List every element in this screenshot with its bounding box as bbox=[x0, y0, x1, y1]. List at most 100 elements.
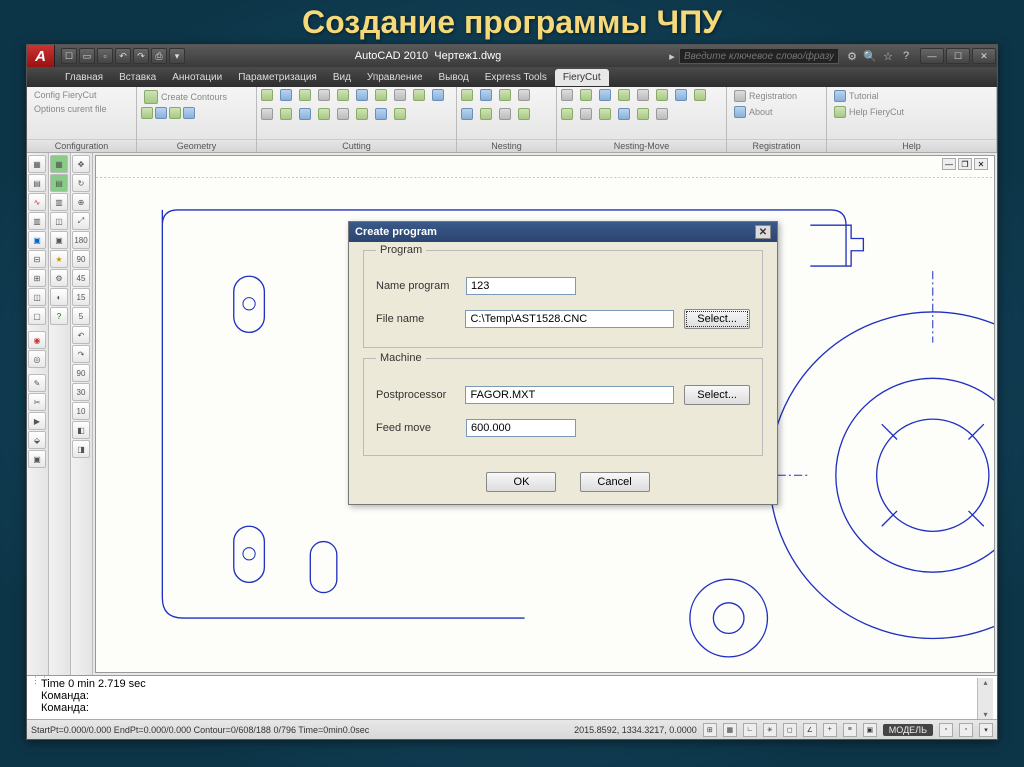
move-icon[interactable] bbox=[580, 89, 592, 101]
tab-fierycut[interactable]: FieryCut bbox=[555, 69, 609, 86]
ts-icon[interactable]: ▤ bbox=[28, 174, 46, 192]
cut-icon[interactable] bbox=[337, 89, 349, 101]
app-logo[interactable]: A bbox=[27, 45, 55, 67]
ts-icon[interactable]: 10 bbox=[72, 402, 90, 420]
nest-icon[interactable] bbox=[499, 108, 511, 120]
ts-icon[interactable]: ▢ bbox=[28, 307, 46, 325]
ts-icon[interactable]: ◨ bbox=[72, 440, 90, 458]
comm-icon[interactable]: ☆ bbox=[881, 49, 895, 63]
ts-icon[interactable]: ? bbox=[50, 307, 68, 325]
btn-options-file[interactable]: Options curent file bbox=[31, 103, 110, 115]
ts-icon[interactable]: ▤ bbox=[50, 174, 68, 192]
sb-dyn-icon[interactable]: + bbox=[823, 723, 837, 737]
ts-icon[interactable]: ▣ bbox=[50, 231, 68, 249]
ts-icon[interactable]: ⬙ bbox=[28, 431, 46, 449]
btn-help-fierycut[interactable]: Help FieryCut bbox=[831, 105, 907, 119]
ts-icon[interactable]: ⊕ bbox=[72, 193, 90, 211]
tab-home[interactable]: Главная bbox=[57, 69, 111, 86]
nest-icon[interactable] bbox=[499, 89, 511, 101]
cut-icon[interactable] bbox=[413, 89, 425, 101]
cmd-scrollbar[interactable]: ▴▾ bbox=[977, 678, 993, 719]
ts-icon[interactable]: ▣ bbox=[28, 450, 46, 468]
ts-icon[interactable]: ↷ bbox=[72, 345, 90, 363]
move-icon[interactable] bbox=[580, 108, 592, 120]
keyword-search-input[interactable] bbox=[679, 48, 839, 64]
tab-annotate[interactable]: Аннотации bbox=[164, 69, 230, 86]
title-search-arrow[interactable]: ▸ bbox=[665, 49, 679, 63]
infocenter-icon[interactable]: ⚙ bbox=[845, 49, 859, 63]
nest-icon[interactable] bbox=[480, 89, 492, 101]
nest-icon[interactable] bbox=[518, 108, 530, 120]
ts-icon[interactable]: ▶ bbox=[28, 412, 46, 430]
postprocessor-select-button[interactable]: Select... bbox=[684, 385, 750, 405]
move-icon[interactable] bbox=[675, 89, 687, 101]
dialog-close-button[interactable]: ✕ bbox=[755, 225, 771, 239]
qat-redo-icon[interactable]: ↷ bbox=[133, 48, 149, 64]
file-name-input[interactable] bbox=[465, 310, 674, 328]
ts-icon[interactable]: ◧ bbox=[72, 421, 90, 439]
geom-icon-2[interactable] bbox=[155, 107, 167, 119]
tab-insert[interactable]: Вставка bbox=[111, 69, 164, 86]
tab-manage[interactable]: Управление bbox=[359, 69, 431, 86]
btn-about[interactable]: About bbox=[731, 105, 776, 119]
qat-more-icon[interactable]: ▾ bbox=[169, 48, 185, 64]
geom-icon-3[interactable] bbox=[169, 107, 181, 119]
cut-icon[interactable] bbox=[356, 108, 368, 120]
qat-open-icon[interactable]: ▭ bbox=[79, 48, 95, 64]
move-icon[interactable] bbox=[561, 89, 573, 101]
ts-icon[interactable]: 30 bbox=[72, 383, 90, 401]
cut-icon[interactable] bbox=[299, 108, 311, 120]
move-icon[interactable] bbox=[618, 108, 630, 120]
sb-otrack-icon[interactable]: ∠ bbox=[803, 723, 817, 737]
nest-icon[interactable] bbox=[480, 108, 492, 120]
ts-icon[interactable]: 45 bbox=[72, 269, 90, 287]
ts-icon[interactable]: ✂ bbox=[28, 393, 46, 411]
ts-icon[interactable]: ✥ bbox=[72, 155, 90, 173]
maximize-button[interactable]: ☐ bbox=[946, 48, 970, 64]
qat-save-icon[interactable]: ▫ bbox=[97, 48, 113, 64]
search-icon[interactable]: 🔍 bbox=[863, 49, 877, 63]
ts-icon[interactable]: ⤢ bbox=[72, 212, 90, 230]
ts-icon[interactable]: ◐ bbox=[50, 288, 68, 306]
ts-icon[interactable]: 90 bbox=[72, 250, 90, 268]
cut-icon[interactable] bbox=[375, 108, 387, 120]
move-icon[interactable] bbox=[656, 108, 668, 120]
cut-icon[interactable] bbox=[261, 108, 273, 120]
cut-icon[interactable] bbox=[394, 108, 406, 120]
sb-lwt-icon[interactable]: ≡ bbox=[843, 723, 857, 737]
status-model[interactable]: МОДЕЛЬ bbox=[883, 724, 933, 736]
move-icon[interactable] bbox=[561, 108, 573, 120]
ok-button[interactable]: OK bbox=[486, 472, 556, 492]
sb-grid-icon[interactable]: ▦ bbox=[723, 723, 737, 737]
nest-icon[interactable] bbox=[461, 108, 473, 120]
cut-icon[interactable] bbox=[375, 89, 387, 101]
ts-icon[interactable]: ★ bbox=[50, 250, 68, 268]
cut-icon[interactable] bbox=[280, 108, 292, 120]
cut-icon[interactable] bbox=[337, 108, 349, 120]
move-icon[interactable] bbox=[618, 89, 630, 101]
cut-icon[interactable] bbox=[299, 89, 311, 101]
cut-icon[interactable] bbox=[280, 89, 292, 101]
sb-ortho-icon[interactable]: ∟ bbox=[743, 723, 757, 737]
help-icon[interactable]: ? bbox=[899, 49, 913, 63]
ts-icon[interactable]: ✎ bbox=[28, 374, 46, 392]
ts-icon[interactable]: ▦ bbox=[50, 155, 68, 173]
sb-qp-icon[interactable]: ▣ bbox=[863, 723, 877, 737]
geom-icon-1[interactable] bbox=[141, 107, 153, 119]
cut-icon[interactable] bbox=[356, 89, 368, 101]
ts-icon[interactable]: ▥ bbox=[28, 212, 46, 230]
move-icon[interactable] bbox=[694, 89, 706, 101]
ts-icon[interactable]: 5 bbox=[72, 307, 90, 325]
close-button[interactable]: ✕ bbox=[972, 48, 996, 64]
feed-move-input[interactable] bbox=[466, 419, 576, 437]
postprocessor-input[interactable] bbox=[465, 386, 674, 404]
tab-output[interactable]: Вывод bbox=[431, 69, 477, 86]
move-icon[interactable] bbox=[599, 108, 611, 120]
ts-icon[interactable]: ▣ bbox=[28, 231, 46, 249]
drawing-canvas[interactable]: —❐✕ bbox=[95, 155, 995, 673]
sb-snap-icon[interactable]: ⊞ bbox=[703, 723, 717, 737]
qat-print-icon[interactable]: ⎙ bbox=[151, 48, 167, 64]
nest-icon[interactable] bbox=[461, 89, 473, 101]
cancel-button[interactable]: Cancel bbox=[580, 472, 650, 492]
sb-more2-icon[interactable]: ▫ bbox=[959, 723, 973, 737]
